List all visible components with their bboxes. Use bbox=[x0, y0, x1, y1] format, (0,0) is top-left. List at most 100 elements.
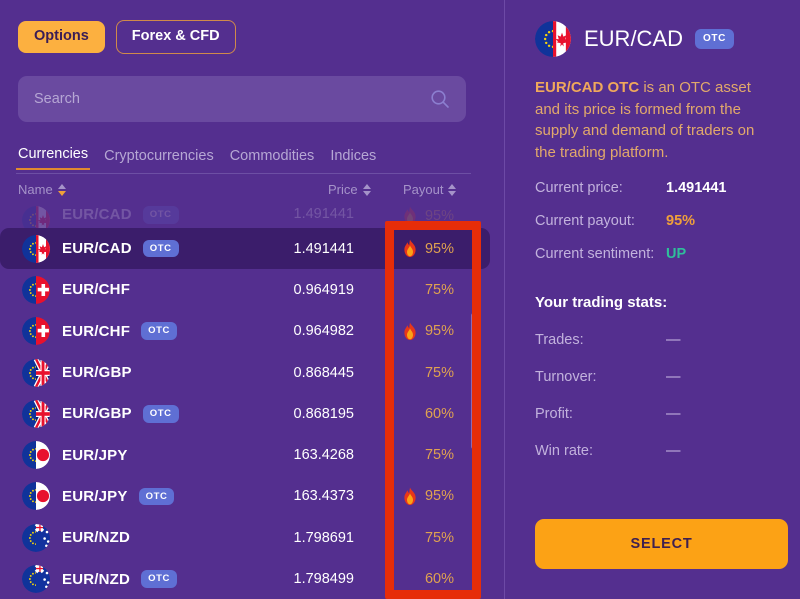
asset-pair-name: EUR/JPY bbox=[62, 487, 128, 505]
asset-price: 0.868195 bbox=[293, 405, 354, 422]
sort-arrows-name-icon[interactable] bbox=[57, 183, 66, 196]
current-price-label: Current price: bbox=[535, 180, 623, 196]
asset-payout-value: 95% bbox=[424, 488, 454, 505]
asset-pair-name: EUR/CAD bbox=[62, 206, 132, 223]
otc-badge: OTC bbox=[141, 570, 177, 588]
otc-badge: OTC bbox=[141, 322, 177, 340]
column-header-name-label: Name bbox=[18, 182, 53, 197]
asset-row[interactable]: EUR/NZD 1.798691 75% bbox=[0, 517, 490, 558]
flag-pair-icon bbox=[22, 565, 50, 594]
asset-description-bold: EUR/CAD OTC bbox=[535, 79, 640, 96]
asset-pair-name: EUR/NZD bbox=[62, 570, 131, 588]
sort-arrows-payout-icon[interactable] bbox=[448, 183, 457, 196]
asset-payout: 95% bbox=[376, 239, 454, 258]
asset-price: 163.4268 bbox=[293, 447, 354, 464]
search-icon[interactable] bbox=[430, 89, 450, 109]
fire-icon bbox=[402, 487, 418, 506]
asset-payout: 95% bbox=[376, 206, 454, 225]
asset-row[interactable]: EUR/CHF 0.964919 75% bbox=[0, 269, 490, 310]
asset-payout: 75% bbox=[376, 282, 454, 298]
search-input[interactable] bbox=[34, 91, 430, 107]
asset-payout-value: 60% bbox=[424, 571, 454, 588]
asset-list-scrollbar-thumb[interactable] bbox=[471, 313, 476, 449]
fire-icon bbox=[402, 206, 418, 225]
asset-row[interactable]: EUR/CAD OTC 1.491441 95% bbox=[0, 206, 490, 228]
options-tab-button[interactable]: Options bbox=[18, 21, 105, 53]
current-payout-label: Current payout: bbox=[535, 213, 635, 229]
column-header-payout-label: Payout bbox=[403, 182, 444, 197]
column-header-name[interactable]: Name bbox=[18, 182, 66, 197]
asset-detail-panel: EUR/CAD OTC EUR/CAD OTC is an OTC asset … bbox=[505, 0, 800, 599]
asset-description: EUR/CAD OTC is an OTC asset and its pric… bbox=[535, 77, 770, 163]
asset-payout-value: 60% bbox=[424, 405, 454, 422]
stat-win-rate-value: — bbox=[666, 443, 681, 459]
current-sentiment-label: Current sentiment: bbox=[535, 246, 655, 262]
asset-price: 1.798691 bbox=[293, 529, 354, 546]
asset-row[interactable]: EUR/NZD OTC 1.798499 60% bbox=[0, 558, 490, 599]
asset-price: 0.964982 bbox=[293, 323, 354, 340]
asset-price: 1.491441 bbox=[293, 240, 354, 257]
otc-badge: OTC bbox=[138, 487, 175, 506]
tabs-divider bbox=[16, 173, 471, 174]
flag-pair-icon bbox=[22, 206, 50, 228]
list-column-headers: Name Price Payout bbox=[16, 182, 471, 208]
flag-pair-icon bbox=[22, 358, 50, 387]
sort-arrows-price-icon[interactable] bbox=[362, 183, 371, 196]
asset-row[interactable]: EUR/JPY 163.4268 75% bbox=[0, 434, 490, 475]
asset-payout-value: 95% bbox=[424, 240, 454, 257]
stat-profit-value: — bbox=[666, 406, 681, 422]
asset-price: 1.798499 bbox=[293, 571, 354, 588]
select-asset-button[interactable]: SELECT bbox=[535, 519, 788, 569]
flag-pair-icon bbox=[22, 275, 50, 304]
asset-payout-value: 75% bbox=[424, 364, 454, 381]
tab-indices[interactable]: Indices bbox=[328, 148, 378, 170]
flag-pair-icon bbox=[22, 234, 50, 263]
asset-list[interactable]: EUR/CAD OTC 1.491441 95% EUR/CAD OTC 1.491441 9… bbox=[0, 206, 490, 599]
asset-pair-name: EUR/JPY bbox=[62, 446, 128, 464]
stat-trades-value: — bbox=[666, 332, 681, 348]
asset-payout: 75% bbox=[376, 365, 454, 381]
asset-row[interactable]: EUR/GBP 0.868445 75% bbox=[0, 352, 490, 393]
asset-price: 1.491441 bbox=[293, 206, 354, 222]
asset-payout: 75% bbox=[376, 530, 454, 546]
flag-pair-icon bbox=[22, 482, 50, 511]
flag-pair-icon bbox=[22, 523, 50, 552]
tab-cryptocurrencies[interactable]: Cryptocurrencies bbox=[102, 148, 216, 170]
stat-turnover-value: — bbox=[666, 369, 681, 385]
current-payout-row: Current payout: 95% bbox=[535, 213, 770, 229]
current-sentiment-row: Current sentiment: UP bbox=[535, 246, 770, 262]
asset-price: 0.868445 bbox=[293, 364, 354, 381]
tab-commodities[interactable]: Commodities bbox=[228, 148, 317, 170]
asset-detail-otc-badge: OTC bbox=[695, 29, 734, 49]
asset-pair-name: EUR/GBP bbox=[62, 364, 132, 382]
otc-badge: OTC bbox=[142, 405, 179, 423]
stat-trades: Trades: — bbox=[535, 332, 770, 348]
current-sentiment-value: UP bbox=[666, 246, 687, 262]
flag-pair-icon bbox=[22, 317, 50, 346]
market-type-toggle: Options Forex & CFD bbox=[18, 20, 236, 54]
asset-row[interactable]: EUR/CHF OTC 0.964982 95% bbox=[0, 311, 490, 352]
asset-row[interactable]: EUR/GBP OTC 0.868195 60% bbox=[0, 393, 490, 434]
column-header-payout[interactable]: Payout bbox=[403, 182, 457, 197]
asset-payout-value: 95% bbox=[424, 207, 454, 224]
tab-currencies[interactable]: Currencies bbox=[16, 146, 91, 170]
column-header-price[interactable]: Price bbox=[328, 182, 371, 197]
current-price-row: Current price: 1.491441 bbox=[535, 180, 770, 196]
forex-cfd-tab-button[interactable]: Forex & CFD bbox=[115, 20, 236, 54]
search-bar[interactable] bbox=[18, 76, 466, 122]
stat-turnover-label: Turnover: bbox=[535, 369, 597, 385]
panel-divider bbox=[504, 0, 505, 599]
asset-payout-value: 75% bbox=[424, 529, 454, 546]
current-price-value: 1.491441 bbox=[666, 180, 727, 196]
asset-pair-name: EUR/CAD bbox=[62, 240, 132, 258]
asset-list-panel: Options Forex & CFD Currencies Cryptocur… bbox=[0, 0, 505, 599]
asset-row[interactable]: EUR/CAD OTC 1.491441 95% bbox=[0, 228, 490, 270]
column-header-price-label: Price bbox=[328, 182, 358, 197]
stat-profit-label: Profit: bbox=[535, 406, 573, 422]
asset-flag-icon bbox=[535, 21, 571, 57]
otc-badge: OTC bbox=[142, 239, 179, 258]
asset-payout: 95% bbox=[376, 322, 454, 341]
asset-row[interactable]: EUR/JPY OTC 163.4373 95% bbox=[0, 476, 490, 517]
fire-icon bbox=[402, 322, 418, 341]
asset-selector-screen: Options Forex & CFD Currencies Cryptocur… bbox=[0, 0, 800, 599]
